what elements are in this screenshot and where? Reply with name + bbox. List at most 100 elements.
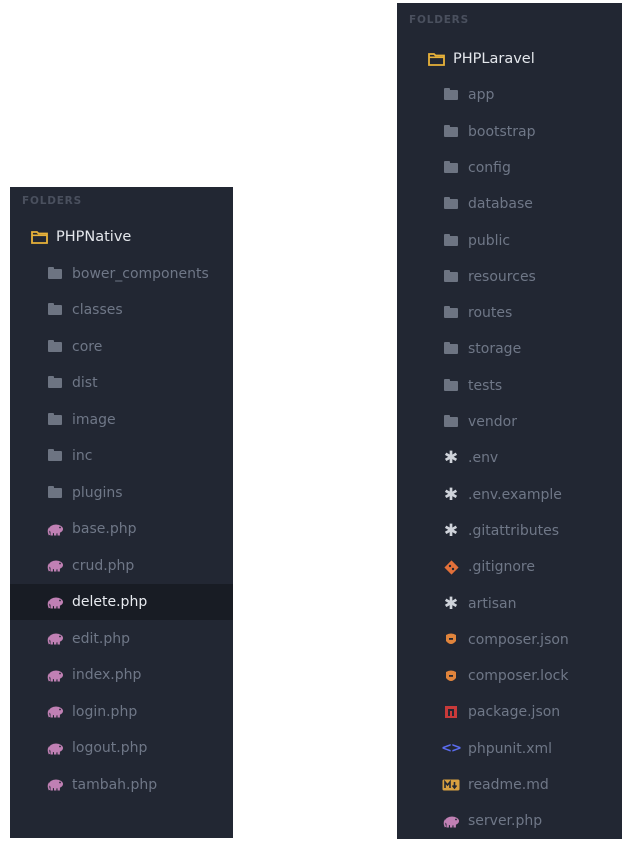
tree-item-label: bower_components bbox=[72, 265, 209, 282]
tree-file-dot-env[interactable]: ✱ .env bbox=[397, 440, 622, 476]
sidebar-panel-phplaravel: FOLDERS PHPLaravel app bootstrap config data… bbox=[397, 3, 622, 839]
npm-icon bbox=[442, 704, 460, 720]
git-icon bbox=[442, 559, 460, 575]
tree-item-label: phpunit.xml bbox=[468, 740, 553, 757]
tree-folder-inc[interactable]: inc bbox=[10, 438, 233, 474]
asterisk-icon: ✱ bbox=[443, 593, 459, 614]
asterisk-icon: ✱ bbox=[443, 484, 459, 505]
tree-item-label: logout.php bbox=[72, 740, 148, 756]
folder-icon bbox=[442, 87, 460, 103]
folder-icon bbox=[46, 302, 64, 318]
folder-icon bbox=[46, 448, 64, 464]
php-elephant-icon bbox=[46, 521, 64, 537]
php-elephant-icon bbox=[46, 558, 64, 574]
folder-icon bbox=[442, 305, 460, 321]
tree-file-index-php[interactable]: index.php bbox=[10, 657, 233, 693]
tree-item-label: .gitattributes bbox=[468, 522, 560, 539]
folder-icon bbox=[442, 160, 460, 176]
tree-file-tambah-php[interactable]: tambah.php bbox=[10, 767, 233, 803]
tree-folder-bootstrap[interactable]: bootstrap bbox=[397, 114, 622, 150]
tree-item-label: login.php bbox=[72, 703, 138, 720]
tree-folder-routes[interactable]: routes bbox=[397, 295, 622, 331]
tree-file-server-php[interactable]: server.php bbox=[397, 803, 622, 839]
tree-item-label: server.php bbox=[468, 813, 543, 830]
tree-file-package-json[interactable]: package.json bbox=[397, 694, 622, 730]
tree-folder-config[interactable]: config bbox=[397, 150, 622, 186]
folder-icon bbox=[46, 339, 64, 355]
tree-item-label: package.json bbox=[468, 704, 561, 721]
code-brackets-icon: <> bbox=[441, 740, 462, 756]
tree-file-dot-gitattributes[interactable]: ✱ .gitattributes bbox=[397, 513, 622, 549]
tree-item-label: core bbox=[72, 338, 103, 355]
tree-item-label: edit.php bbox=[72, 630, 130, 647]
tree-folder-storage[interactable]: storage bbox=[397, 331, 622, 367]
tree-file-logout-php[interactable]: logout.php bbox=[10, 730, 233, 766]
tree-root-phplaravel[interactable]: PHPLaravel bbox=[397, 41, 622, 77]
tree-file-edit-php[interactable]: edit.php bbox=[10, 621, 233, 657]
php-elephant-icon bbox=[46, 594, 64, 610]
tree-item-label: PHPNative bbox=[56, 229, 132, 245]
tree-item-label: .gitignore bbox=[468, 559, 535, 576]
php-elephant-icon bbox=[46, 777, 64, 793]
tree-item-label: crud.php bbox=[72, 557, 135, 574]
composer-icon bbox=[442, 668, 460, 684]
php-elephant-icon bbox=[46, 740, 64, 756]
tree-folder-app[interactable]: app bbox=[397, 77, 622, 113]
tree-item-label: plugins bbox=[72, 484, 123, 501]
tree-file-crud-php[interactable]: crud.php bbox=[10, 548, 233, 584]
tree-folder-tests[interactable]: tests bbox=[397, 368, 622, 404]
tree-root-phpnative[interactable]: PHPNative bbox=[10, 219, 233, 255]
asterisk-icon: ✱ bbox=[443, 520, 459, 541]
tree-folder-core[interactable]: core bbox=[10, 329, 233, 365]
tree-item-label: .env bbox=[468, 450, 499, 467]
tree-item-label: database bbox=[468, 196, 533, 213]
folder-icon bbox=[442, 196, 460, 212]
tree-file-artisan[interactable]: ✱ artisan bbox=[397, 586, 622, 622]
tree-file-phpunit-xml[interactable]: <> phpunit.xml bbox=[397, 731, 622, 767]
folder-open-icon bbox=[427, 51, 445, 67]
tree-item-label: routes bbox=[468, 305, 513, 322]
tree-folder-bower-components[interactable]: bower_components bbox=[10, 256, 233, 292]
php-elephant-icon bbox=[442, 813, 460, 829]
asterisk-icon: ✱ bbox=[443, 448, 459, 469]
tree-folder-public[interactable]: public bbox=[397, 223, 622, 259]
tree-item-label: composer.lock bbox=[468, 668, 569, 685]
tree-item-label: inc bbox=[72, 448, 93, 464]
tree-file-login-php[interactable]: login.php bbox=[10, 694, 233, 730]
folder-icon bbox=[46, 375, 64, 391]
tree-folder-dist[interactable]: dist bbox=[10, 365, 233, 401]
tree-folder-database[interactable]: database bbox=[397, 186, 622, 222]
folder-icon bbox=[46, 485, 64, 501]
folders-header: FOLDERS bbox=[22, 195, 82, 207]
tree-folder-plugins[interactable]: plugins bbox=[10, 475, 233, 511]
tree-folder-classes[interactable]: classes bbox=[10, 292, 233, 328]
tree-item-label: .env.example bbox=[468, 486, 562, 503]
tree-item-label: bootstrap bbox=[468, 123, 536, 140]
tree-file-dot-gitignore[interactable]: .gitignore bbox=[397, 549, 622, 585]
folder-icon bbox=[442, 124, 460, 140]
tree-item-label: resources bbox=[468, 268, 536, 285]
php-elephant-icon bbox=[46, 631, 64, 647]
tree-item-label: readme.md bbox=[468, 777, 549, 793]
tree-item-label: base.php bbox=[72, 521, 137, 537]
tree-file-dot-env-example[interactable]: ✱ .env.example bbox=[397, 477, 622, 513]
tree-item-label: index.php bbox=[72, 667, 142, 683]
tree-item-label: tests bbox=[468, 377, 503, 394]
tree-folder-vendor[interactable]: vendor bbox=[397, 404, 622, 440]
tree-file-composer-lock[interactable]: composer.lock bbox=[397, 658, 622, 694]
tree-item-label: app bbox=[468, 87, 495, 104]
tree-item-label: config bbox=[468, 159, 511, 176]
tree-item-label: vendor bbox=[468, 414, 517, 430]
folder-icon bbox=[442, 269, 460, 285]
tree-file-composer-json[interactable]: composer.json bbox=[397, 622, 622, 658]
folder-icon bbox=[442, 378, 460, 394]
tree-file-base-php[interactable]: base.php bbox=[10, 511, 233, 547]
folder-icon bbox=[46, 266, 64, 282]
tree-item-label: artisan bbox=[468, 595, 517, 612]
tree-folder-image[interactable]: image bbox=[10, 402, 233, 438]
tree-file-delete-php[interactable]: delete.php bbox=[10, 584, 233, 620]
tree-file-readme-md[interactable]: readme.md bbox=[397, 767, 622, 803]
tree-folder-resources[interactable]: resources bbox=[397, 259, 622, 295]
tree-item-label: public bbox=[468, 232, 511, 249]
tree-item-label: classes bbox=[72, 302, 123, 318]
